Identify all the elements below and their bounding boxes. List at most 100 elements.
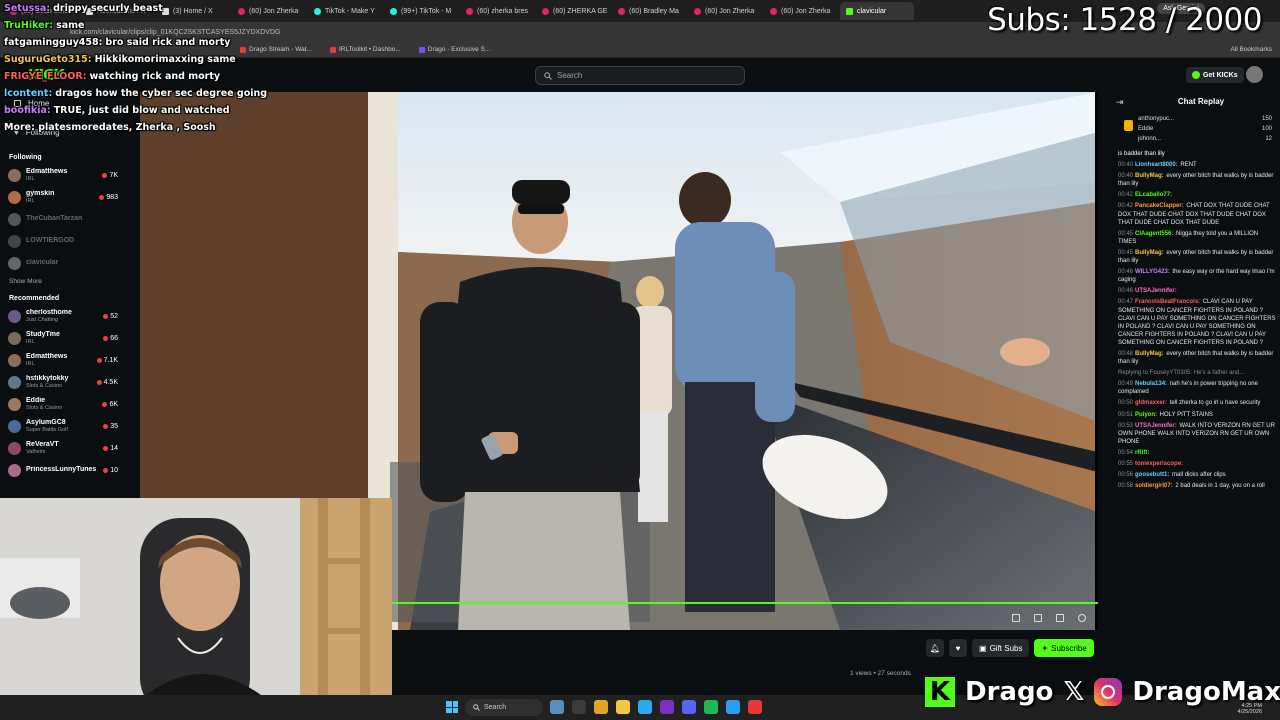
channel-category: Valheim (26, 448, 46, 455)
sidebar-channel[interactable]: hstikkytokky Slots & Casino 4.5K (0, 371, 125, 393)
chat-username[interactable]: PancakeClapper: (1135, 203, 1184, 209)
get-kicks-button[interactable]: Get KICKs (1186, 67, 1244, 83)
channel-actions: 🔔︎ ♥ ▣ Gift Subs ✦ Subscribe (926, 639, 1094, 657)
sidebar-channel[interactable]: TheCubanTarzan (0, 208, 125, 230)
leaderboard-amount: 100 (1261, 126, 1272, 132)
chat-username[interactable]: rRift: (1135, 450, 1149, 456)
chat-username[interactable]: soldiergirl07: (1135, 483, 1173, 489)
overlay-chat-line: fatgamingguy458: bro said rick and morty (4, 37, 267, 54)
taskbar-search[interactable]: Search (465, 699, 543, 716)
chat-username[interactable]: goosebutt1: (1135, 472, 1169, 478)
sidebar-channel[interactable]: clavicular (0, 252, 125, 274)
file-explorer-icon[interactable] (616, 700, 630, 714)
chat-timestamp: 00:40 (1118, 173, 1134, 180)
settings-gear-icon[interactable] (1078, 614, 1086, 622)
chat-message: 00:56 goosebutt1: mall dicks after clips (1118, 471, 1276, 479)
live-dot-icon (96, 379, 102, 385)
chat-username[interactable]: gldmaxxer: (1135, 400, 1167, 406)
chat-message: 00:55 tomexperiscope: (1118, 460, 1276, 468)
viewer-count: 7.1K (96, 357, 118, 364)
overlay-chat-line: Setussa: drippy securly beast (4, 3, 267, 20)
bookmark-irltoolkit[interactable]: IRLToolkit • Dashbo... (329, 46, 401, 53)
browser-tab[interactable]: (60) Jon Zherka (688, 2, 762, 20)
sidebar-channel[interactable]: LOWTIERGOD (0, 230, 125, 252)
notification-bell-button[interactable]: 🔔︎ (926, 639, 944, 657)
subscribe-button[interactable]: ✦ Subscribe (1034, 639, 1094, 657)
chat-text: CLAVI CAN U PAY SOMETHING ON CANCER FIGH… (1118, 299, 1276, 346)
chat-username[interactable]: tomexperiscope: (1135, 461, 1183, 467)
live-dot-icon (103, 423, 109, 429)
telegram-icon[interactable] (638, 700, 652, 714)
chat-username[interactable]: ELcaballo77: (1135, 192, 1172, 198)
sidebar-channel[interactable]: cherlosthome Just Chatting 52 (0, 305, 125, 327)
tab-label: TikTok - Make Y (325, 7, 375, 15)
chat-username[interactable]: Pulyon: (1135, 412, 1157, 418)
discord-icon[interactable] (682, 700, 696, 714)
youtube-icon (466, 7, 473, 15)
widgets-icon[interactable] (572, 700, 586, 714)
avatar (8, 463, 21, 477)
sidebar-channel[interactable]: ReVeraVT Valheim 14 (0, 437, 125, 459)
sidebar-channel[interactable]: gymskin IRL 983 (0, 186, 125, 208)
browser-tab[interactable]: (60) zherka bres (460, 2, 534, 20)
channel-name: LOWTIERGOD (26, 237, 75, 245)
channel-info: Edmatthews IRL (26, 168, 97, 182)
fullscreen-icon[interactable] (1056, 614, 1064, 622)
channel-info: TheCubanTarzan (26, 215, 118, 223)
clip-icon[interactable] (1012, 614, 1020, 622)
browser-tab[interactable]: (60) Bradley Ma (612, 2, 686, 20)
sidebar-channel[interactable]: Edmatthews IRL 7.1K (0, 349, 125, 371)
theater-mode-icon[interactable] (1034, 614, 1042, 622)
follow-heart-button[interactable]: ♥ (949, 639, 967, 657)
channel-info: Edmatthews IRL (26, 353, 92, 367)
spotify-icon[interactable] (704, 700, 718, 714)
chat-username[interactable]: FrancoisBeatFrancois: (1135, 299, 1200, 305)
browser-tab[interactable]: (60) ZHERKA GE (536, 2, 610, 20)
overlay-text: dragos how the cyber sec degree going (55, 88, 268, 99)
all-bookmarks-button[interactable]: All Bookmarks (1230, 46, 1272, 53)
chat-username[interactable]: Nebula134: (1135, 381, 1167, 387)
sidebar-channel[interactable]: StudyTme IRL 66 (0, 327, 125, 349)
taskview-icon[interactable] (550, 700, 564, 714)
app-icon[interactable] (748, 700, 762, 714)
sidebar-channel[interactable]: AsylumGC8 Super Battle Golf 35 (0, 415, 125, 437)
gift-subs-button[interactable]: ▣ Gift Subs (972, 639, 1030, 657)
gift-leaderboard[interactable]: anthonypuc... 150 Eddie 100 johnnn... 12 (1124, 116, 1272, 142)
windows-start-icon[interactable] (446, 701, 458, 713)
video-progress-bar[interactable] (392, 602, 1098, 604)
chat-username[interactable]: BullyMag: (1135, 173, 1164, 179)
bell-icon: 🔔︎ (929, 643, 941, 653)
channel-name: StudyTme (26, 331, 60, 339)
chat-username[interactable]: UTSAJennifer: (1135, 423, 1177, 429)
browser-tab[interactable]: (60) Jon Zherka (764, 2, 838, 20)
leaderboard-name: Eddie (1138, 126, 1154, 132)
user-avatar[interactable] (1246, 66, 1263, 83)
chat-timestamp: 00:45 (1118, 230, 1134, 237)
chat-username[interactable]: UTSAJennifer: (1135, 288, 1177, 294)
sidebar-channel[interactable]: PrincessLunnyTunes 10 (0, 459, 125, 481)
chrome-icon[interactable] (594, 700, 608, 714)
obs-icon[interactable] (660, 700, 674, 714)
viewer-count: 52 (103, 313, 118, 320)
chat-username[interactable]: BullyMag: (1135, 250, 1164, 256)
chat-username[interactable]: CIAagent556: (1135, 231, 1173, 237)
browser-tab[interactable]: clavicular (840, 2, 914, 20)
viewer-count: 35 (103, 423, 118, 430)
chat-username[interactable]: Lionheart8000: (1135, 162, 1178, 168)
app-icon[interactable] (726, 700, 740, 714)
bookmark-drago-exclusive[interactable]: Drago - Exclusive S... (418, 46, 490, 53)
tiktok-icon (314, 7, 321, 15)
channel-info: gymskin IRL (26, 190, 94, 204)
sidebar-channel[interactable]: Eddie Slots & Casino 6K (0, 393, 125, 415)
browser-tab[interactable]: TikTok - Make Y (308, 2, 382, 20)
search-input[interactable]: Search (535, 66, 745, 85)
youtube-icon (770, 7, 777, 15)
avatar (8, 190, 21, 204)
channel-category: Super Battle Golf (26, 426, 68, 433)
show-more-button[interactable]: Show More (0, 274, 125, 289)
chat-username[interactable]: BullyMag: (1135, 351, 1164, 357)
sidebar-channel[interactable]: Edmatthews IRL 7K (0, 164, 125, 186)
browser-tab[interactable]: (99+) TikTok - M (384, 2, 458, 20)
chat-username[interactable]: WILLYG423: (1135, 269, 1170, 275)
kick-handle: Drago (965, 677, 1054, 707)
